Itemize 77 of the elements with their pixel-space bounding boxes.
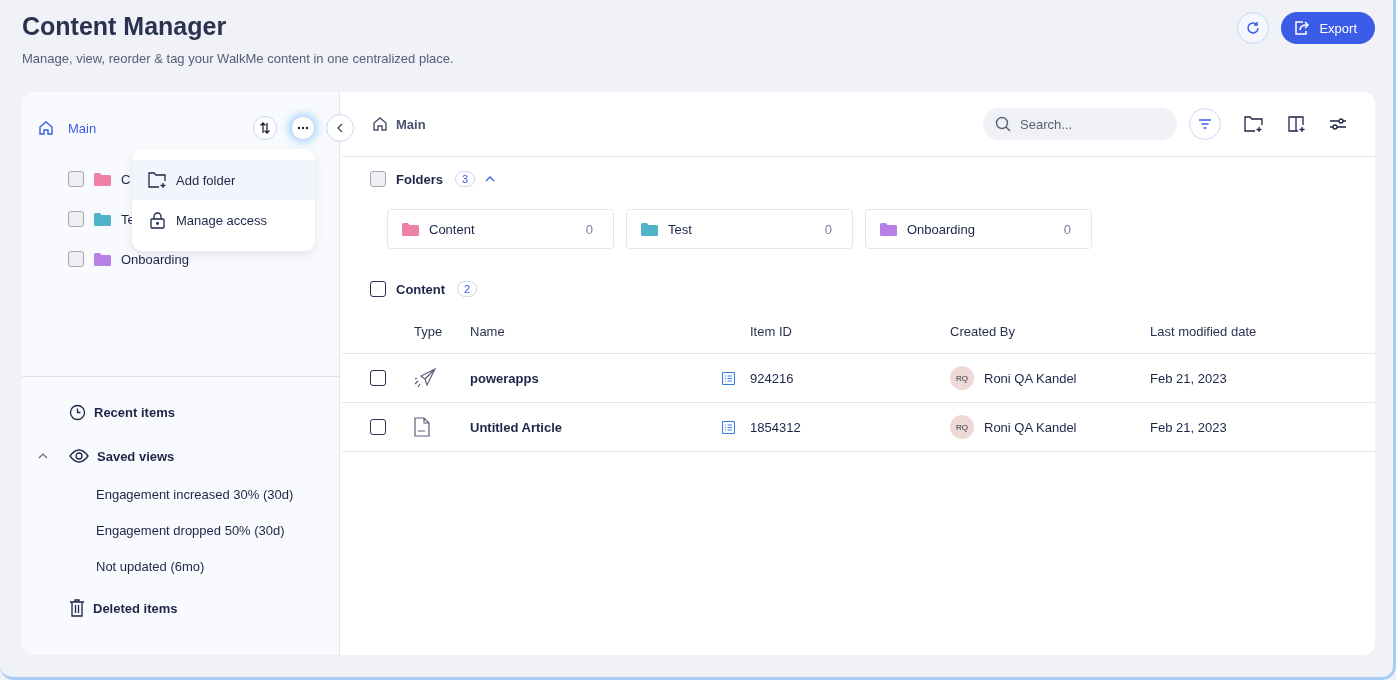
modified-date: Feb 21, 2023 (1150, 370, 1228, 386)
folder-label[interactable]: C (121, 171, 131, 187)
sort-icon (259, 122, 271, 134)
checkbox[interactable] (68, 171, 84, 187)
column-header[interactable]: Created By (950, 323, 1150, 339)
clock-icon (69, 403, 86, 421)
item-id: 1854312 (750, 419, 802, 435)
main-folder-link[interactable]: Main (38, 120, 97, 136)
menu-item[interactable]: Add folder (132, 160, 315, 200)
column-header[interactable]: Item ID (750, 323, 950, 339)
eye-icon (69, 449, 89, 463)
avatar: RQ (950, 366, 974, 390)
checkbox[interactable] (370, 370, 386, 386)
checkbox[interactable] (68, 251, 84, 267)
home-icon (38, 120, 54, 136)
nav-item[interactable]: Deleted items (93, 600, 178, 616)
checkbox[interactable] (370, 419, 386, 435)
column-header[interactable]: Name (470, 323, 722, 339)
add-folder-icon (148, 171, 168, 189)
nav-item[interactable]: Saved views (97, 448, 175, 464)
folder-name: Test (668, 221, 693, 237)
item-count: 0 (1063, 221, 1071, 237)
section-title: Content (396, 281, 446, 297)
settings-sliders-icon[interactable] (1329, 117, 1347, 131)
filter-button[interactable] (1189, 108, 1221, 140)
breadcrumb[interactable]: Main (396, 116, 426, 132)
more-button[interactable] (291, 116, 315, 140)
filter-icon (1198, 119, 1212, 129)
folder-name: Content (429, 221, 476, 237)
page-subtitle: Manage, view, reorder & tag your WalkMe content in one centralized place. (22, 51, 454, 66)
modified-date: Feb 21, 2023 (1150, 419, 1228, 435)
creator-name: Roni QA Kandel (984, 419, 1077, 435)
folder-card[interactable]: Content 0 (387, 209, 614, 249)
column-header[interactable]: Type (414, 323, 470, 339)
checkbox[interactable] (370, 171, 386, 187)
folder-label[interactable]: Onboarding (121, 251, 189, 267)
folder-name: Onboarding (907, 221, 976, 237)
list-icon (722, 420, 735, 434)
home-icon (372, 116, 388, 132)
menu-item[interactable]: Manage access (132, 200, 315, 240)
avatar: RQ (950, 415, 974, 439)
item-count: 0 (824, 221, 832, 237)
paper-plane-icon (414, 368, 436, 388)
creator-name: Roni QA Kandel (984, 370, 1077, 386)
chevron-left-icon (336, 123, 344, 133)
saved-view-item[interactable]: Engagement dropped 50% (30d) (38, 523, 339, 541)
search-field[interactable]: Search... (983, 108, 1177, 140)
saved-view-item[interactable]: Not updated (6mo) (38, 559, 339, 577)
refresh-button[interactable] (1237, 12, 1270, 44)
more-icon (297, 126, 309, 130)
trash-icon (69, 599, 85, 617)
collapse-caret-icon[interactable] (38, 453, 48, 459)
export-button[interactable]: Export (1281, 12, 1375, 44)
column-header[interactable]: Last modified date (1150, 323, 1375, 339)
new-folder-icon[interactable] (1243, 115, 1265, 133)
add-panel-icon[interactable] (1287, 115, 1307, 133)
lock-icon (148, 211, 168, 229)
item-count: 0 (585, 221, 593, 237)
folder-card[interactable]: Onboarding 0 (865, 209, 1092, 249)
count-badge: 2 (457, 281, 478, 297)
page-title: Content Manager (22, 12, 228, 41)
list-icon (722, 371, 735, 385)
nav-item[interactable]: Recent items (94, 404, 175, 420)
folder-card[interactable]: Test 0 (626, 209, 853, 249)
sort-button[interactable] (253, 116, 277, 140)
checkbox[interactable] (68, 211, 84, 227)
saved-view-item[interactable]: Engagement increased 30% (30d) (38, 487, 339, 505)
section-title: Folders (396, 171, 443, 187)
refresh-icon (1245, 20, 1262, 36)
item-name[interactable]: powerapps (470, 370, 722, 386)
checkbox[interactable] (370, 281, 386, 297)
item-id: 924216 (750, 370, 795, 386)
document-icon (414, 417, 430, 437)
search-icon (995, 116, 1011, 132)
collapse-caret-icon[interactable] (485, 176, 496, 182)
item-name[interactable]: Untitled Article (470, 419, 722, 435)
export-icon (1293, 20, 1312, 36)
